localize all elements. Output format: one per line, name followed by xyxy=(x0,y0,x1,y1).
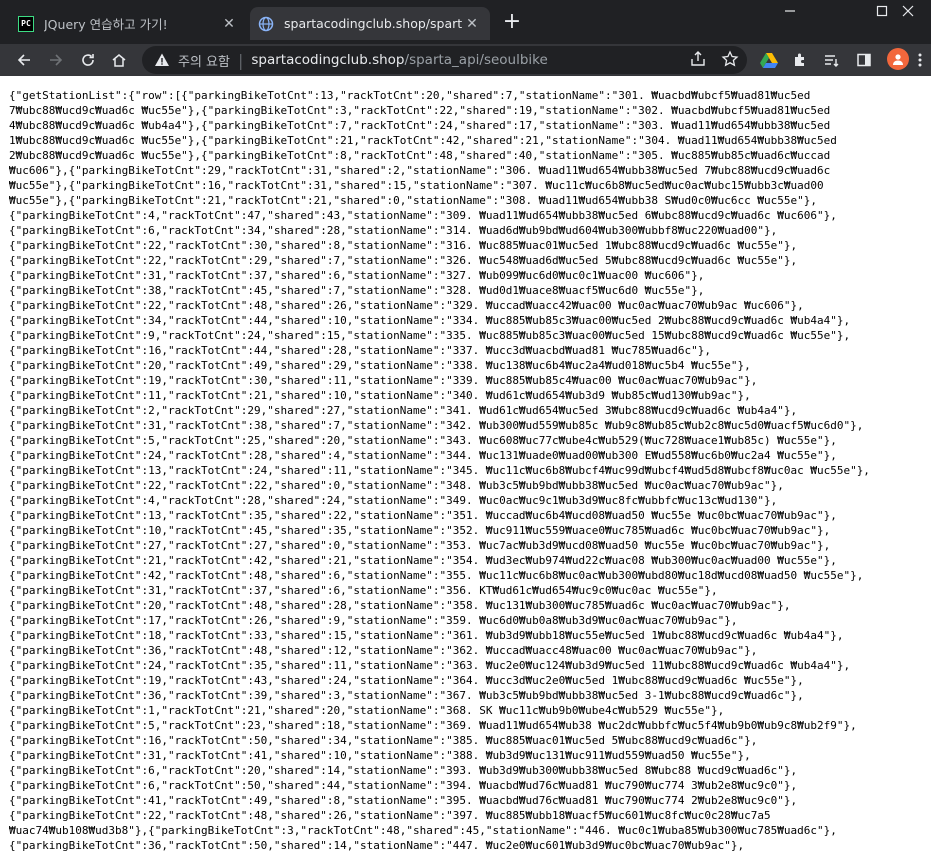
tab-title: spartacodingclub.shop/sparta_ap xyxy=(284,16,462,31)
json-text-line: ₩uc55e"},{"parkingBikeTotCnt":21,"rackTo… xyxy=(9,194,817,207)
omnibox-divider: | xyxy=(237,50,244,70)
warning-icon[interactable] xyxy=(154,52,170,68)
json-text-line: {"parkingBikeTotCnt":5,"rackTotCnt":25,"… xyxy=(9,434,837,447)
json-text-line: {"parkingBikeTotCnt":22,"rackTotCnt":48,… xyxy=(9,299,804,312)
json-text-line: {"parkingBikeTotCnt":9,"rackTotCnt":24,"… xyxy=(9,329,851,342)
url-host[interactable]: spartacodingclub.shop xyxy=(251,52,404,68)
json-text-line: {"parkingBikeTotCnt":27,"rackTotCnt":27,… xyxy=(9,539,831,552)
close-window-icon[interactable] xyxy=(885,0,931,30)
json-text-line: {"parkingBikeTotCnt":6,"rackTotCnt":34,"… xyxy=(9,224,778,237)
url-path[interactable]: /sparta_api/seoulbike xyxy=(405,52,548,68)
json-text-line: {"parkingBikeTotCnt":24,"rackTotCnt":28,… xyxy=(9,449,837,462)
json-response-body: {"getStationList":{"row":[{"parkingBikeT… xyxy=(9,88,929,853)
json-text-line: {"parkingBikeTotCnt":10,"rackTotCnt":45,… xyxy=(9,524,831,537)
json-text-line: {"parkingBikeTotCnt":38,"rackTotCnt":45,… xyxy=(9,284,705,297)
json-text-line: {"parkingBikeTotCnt":31,"rackTotCnt":41,… xyxy=(9,749,751,762)
back-arrow-icon xyxy=(17,54,30,66)
browser-toolbar: 주의 요함 | spartacodingclub.shop/sparta_api… xyxy=(0,44,931,76)
json-text-line: {"parkingBikeTotCnt":4,"rackTotCnt":28,"… xyxy=(9,494,778,507)
json-text-line: {"parkingBikeTotCnt":41,"rackTotCnt":49,… xyxy=(9,794,798,807)
json-text-line: {"parkingBikeTotCnt":5,"rackTotCnt":23,"… xyxy=(9,719,857,732)
json-text-line: {"parkingBikeTotCnt":1,"rackTotCnt":21,"… xyxy=(9,704,725,717)
minimize-icon[interactable] xyxy=(767,0,813,30)
reload-button[interactable] xyxy=(76,48,100,72)
json-text-line: {"parkingBikeTotCnt":6,"rackTotCnt":20,"… xyxy=(9,764,798,777)
json-text-line: {"getStationList":{"row":[{"parkingBikeT… xyxy=(9,89,811,102)
json-text-line: {"parkingBikeTotCnt":36,"rackTotCnt":48,… xyxy=(9,644,758,657)
json-text-line: {"parkingBikeTotCnt":16,"rackTotCnt":44,… xyxy=(9,344,711,357)
json-text-line: {"parkingBikeTotCnt":18,"rackTotCnt":33,… xyxy=(9,629,844,642)
json-text-line: 2₩ubc88₩ucd9c₩uad6c ₩uc55e"},{"parkingBi… xyxy=(9,149,831,162)
home-icon xyxy=(112,54,126,67)
json-text-line: {"parkingBikeTotCnt":34,"rackTotCnt":44,… xyxy=(9,314,851,327)
json-text-line: {"parkingBikeTotCnt":16,"rackTotCnt":50,… xyxy=(9,734,758,747)
back-button[interactable] xyxy=(12,48,36,72)
extensions-puzzle-icon[interactable] xyxy=(789,49,811,71)
json-text-line: {"parkingBikeTotCnt":21,"rackTotCnt":42,… xyxy=(9,554,837,567)
home-button[interactable] xyxy=(107,48,131,72)
json-text-line: {"parkingBikeTotCnt":24,"rackTotCnt":35,… xyxy=(9,659,851,672)
json-text-line: 7₩ubc88₩ucd9c₩uad6c ₩uc55e"},{"parkingBi… xyxy=(9,104,831,117)
tab-title: JQuery 연습하고 가기! xyxy=(44,17,168,32)
new-tab-button[interactable]: + xyxy=(500,11,524,35)
share-icon[interactable] xyxy=(689,50,707,68)
google-drive-icon[interactable] xyxy=(758,49,780,71)
address-bar[interactable]: 주의 요함 | spartacodingclub.shop/sparta_api… xyxy=(142,46,747,74)
json-text-line: {"parkingBikeTotCnt":20,"rackTotCnt":49,… xyxy=(9,359,751,372)
browser-menu-icon[interactable] xyxy=(913,49,927,71)
json-text-line: {"parkingBikeTotCnt":22,"rackTotCnt":29,… xyxy=(9,254,798,267)
tab-jquery-practice[interactable]: PC JQuery 연습하고 가기! ✕ xyxy=(10,7,247,40)
json-text-line: {"parkingBikeTotCnt":22,"rackTotCnt":48,… xyxy=(9,809,771,822)
json-text-line: {"parkingBikeTotCnt":6,"rackTotCnt":50,"… xyxy=(9,779,798,792)
tab-seoulbike-api[interactable]: spartacodingclub.shop/sparta_ap ✕ xyxy=(250,7,490,40)
json-text-line: {"parkingBikeTotCnt":31,"rackTotCnt":37,… xyxy=(9,269,705,282)
json-text-line: {"parkingBikeTotCnt":22,"rackTotCnt":30,… xyxy=(9,239,798,252)
json-text-line: {"parkingBikeTotCnt":17,"rackTotCnt":26,… xyxy=(9,614,738,627)
forward-button[interactable] xyxy=(44,48,68,72)
close-tab-icon[interactable]: ✕ xyxy=(219,16,239,32)
reading-list-icon[interactable] xyxy=(820,49,842,71)
json-text-line: {"parkingBikeTotCnt":11,"rackTotCnt":21,… xyxy=(9,389,751,402)
json-text-line: 1₩ubc88₩ucd9c₩uad6c ₩uc55e"},{"parkingBi… xyxy=(9,134,837,147)
security-label[interactable]: 주의 요함 xyxy=(178,51,230,70)
json-text-line: {"parkingBikeTotCnt":42,"rackTotCnt":48,… xyxy=(9,569,864,582)
json-text-line: {"parkingBikeTotCnt":36,"rackTotCnt":39,… xyxy=(9,689,804,702)
profile-avatar[interactable] xyxy=(887,48,909,70)
json-text-line: 4₩ubc88₩ucd9c₩uad6c ₩ub4a4"},{"parkingBi… xyxy=(9,119,831,132)
close-tab-icon[interactable]: ✕ xyxy=(462,16,482,32)
json-text-line: {"parkingBikeTotCnt":31,"rackTotCnt":38,… xyxy=(9,419,864,432)
json-text-line: {"parkingBikeTotCnt":36,"rackTotCnt":50,… xyxy=(9,839,745,852)
json-text-line: {"parkingBikeTotCnt":31,"rackTotCnt":37,… xyxy=(9,584,718,597)
json-text-line: {"parkingBikeTotCnt":13,"rackTotCnt":24,… xyxy=(9,464,870,477)
forward-arrow-icon xyxy=(50,54,63,66)
omnibox-actions xyxy=(689,50,739,68)
json-text-line: ₩uc606"},{"parkingBikeTotCnt":29,"rackTo… xyxy=(9,164,831,177)
json-text-line: ₩uac74₩ub108₩ud3b8"},{"parkingBikeTotCnt… xyxy=(9,824,837,837)
person-icon xyxy=(893,54,903,65)
tab-strip: PC JQuery 연습하고 가기! ✕ spartacodingclub.sh… xyxy=(0,0,931,44)
json-text-line: {"parkingBikeTotCnt":22,"rackTotCnt":22,… xyxy=(9,479,784,492)
json-text-line: {"parkingBikeTotCnt":2,"rackTotCnt":29,"… xyxy=(9,404,798,417)
pycharm-favicon-icon: PC xyxy=(18,15,34,32)
json-text-line: ₩uc55e"},{"parkingBikeTotCnt":16,"rackTo… xyxy=(9,179,824,192)
bookmark-star-icon[interactable] xyxy=(721,50,739,68)
json-text-line: {"parkingBikeTotCnt":19,"rackTotCnt":43,… xyxy=(9,674,804,687)
json-text-line: {"parkingBikeTotCnt":13,"rackTotCnt":35,… xyxy=(9,509,837,522)
json-text-line: {"parkingBikeTotCnt":4,"rackTotCnt":47,"… xyxy=(9,209,837,222)
json-text-line: {"parkingBikeTotCnt":20,"rackTotCnt":48,… xyxy=(9,599,791,612)
globe-icon xyxy=(258,16,274,31)
json-text-line: {"parkingBikeTotCnt":19,"rackTotCnt":30,… xyxy=(9,374,758,387)
reload-icon xyxy=(82,54,94,66)
side-panel-icon[interactable] xyxy=(853,49,875,71)
